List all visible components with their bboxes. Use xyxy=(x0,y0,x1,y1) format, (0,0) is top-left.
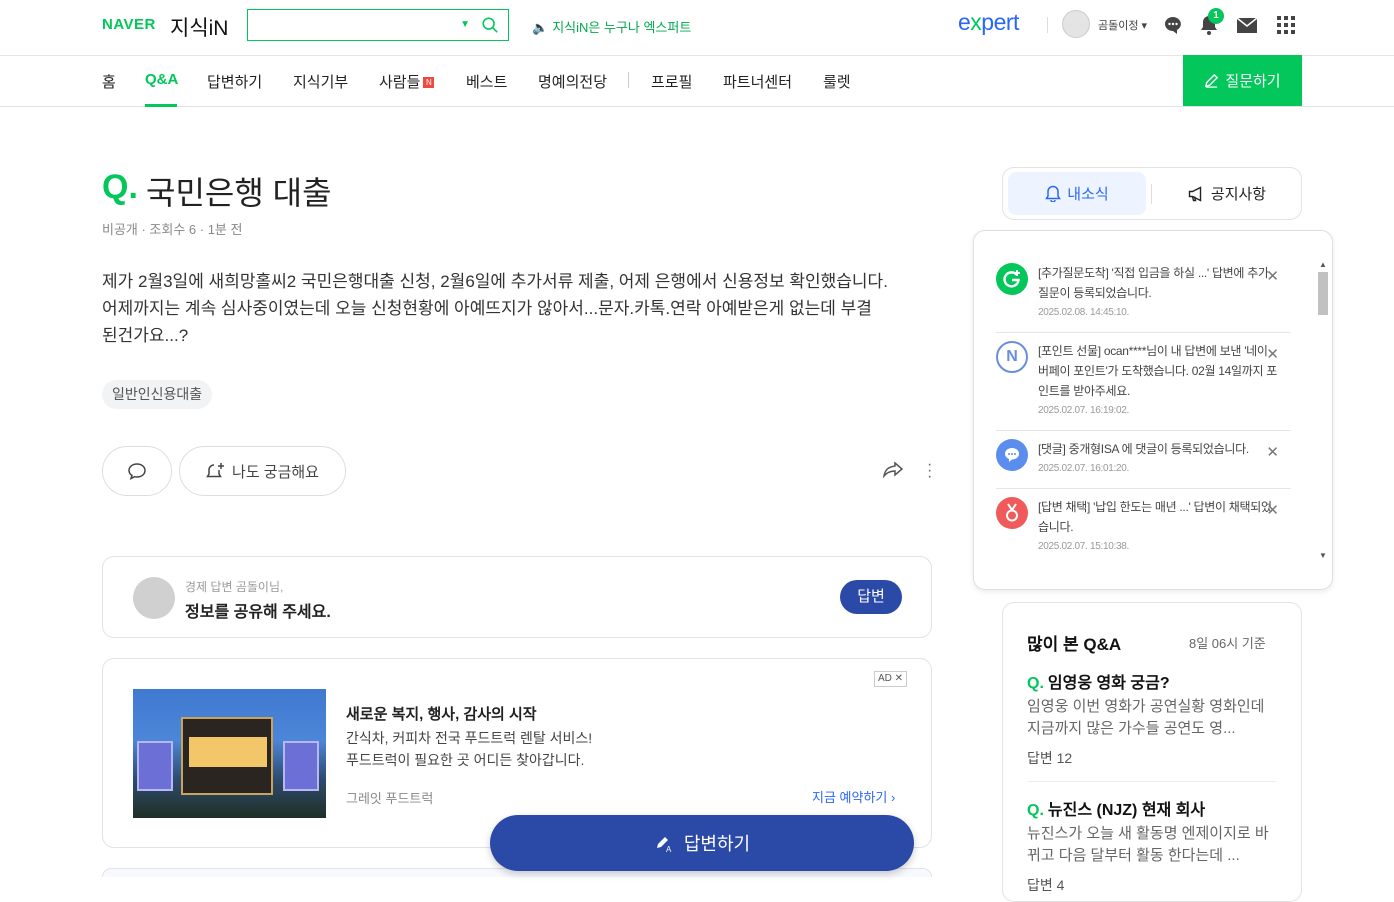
expert-promo-link[interactable]: 🔈 지식iN은 누구나 엑스퍼트 xyxy=(532,17,691,36)
notification-count-badge: 1 xyxy=(1208,8,1224,24)
banner-left xyxy=(137,741,173,791)
medal-icon xyxy=(996,497,1028,529)
nav-item-roulette[interactable]: 룰렛 xyxy=(823,71,851,92)
floating-answer-button[interactable]: A 답변하기 xyxy=(490,815,914,871)
nav-item-best[interactable]: 베스트 xyxy=(466,71,507,92)
answer-prompt-text: 정보를 공유해 주세요. xyxy=(185,604,331,621)
kin-logo[interactable]: 지식iN xyxy=(170,12,228,42)
comment-button[interactable] xyxy=(102,446,172,496)
add-question-icon xyxy=(996,263,1028,295)
nav-active-indicator xyxy=(145,104,177,107)
answer-button[interactable]: 답변 xyxy=(840,580,902,614)
search-input[interactable]: ▼ xyxy=(247,9,509,41)
ad-title[interactable]: 새로운 복지, 행사, 감사의 시작 xyxy=(346,703,537,724)
tab-news[interactable]: 내소식 xyxy=(1008,172,1146,215)
close-icon[interactable]: ✕ xyxy=(1266,345,1279,363)
notification-item[interactable]: [추가질문도착] '직접 입금을 하실 ...' 답변에 추가질문이 등록되었습… xyxy=(996,263,1291,333)
scroll-thumb[interactable] xyxy=(1318,272,1328,315)
nav-item-donation[interactable]: 지식기부 xyxy=(293,71,348,92)
answer-prompt-card: 경제 답변 곰돌이님, 정보를 공유해 주세요. 답변 xyxy=(102,556,932,638)
speaker-icon: 🔈 xyxy=(532,20,549,35)
more-options-icon[interactable]: · · · xyxy=(927,457,932,485)
megaphone-icon xyxy=(1188,185,1202,202)
question-mark-label: Q. xyxy=(102,168,138,206)
chat-icon[interactable] xyxy=(1162,14,1184,36)
point-icon: N xyxy=(996,341,1028,373)
banner-right xyxy=(283,741,319,791)
search-icon[interactable] xyxy=(481,16,499,34)
pencil-icon xyxy=(1205,73,1219,88)
nav-item-people[interactable]: 사람들 N xyxy=(379,71,435,92)
question-title: 국민은행 대출 xyxy=(146,175,332,211)
new-badge: N xyxy=(423,77,435,88)
notification-text: [댓글] 중개형ISA 에 댓글이 등록되었습니다. 2025.02.07. 16… xyxy=(1038,442,1249,474)
close-icon[interactable]: ✕ xyxy=(1266,267,1279,285)
top-bar: NAVER 지식iN ▼ 🔈 지식iN은 누구나 엑스퍼트 expert 곰돌이정… xyxy=(0,0,1394,56)
nav-item-qa[interactable]: Q&A xyxy=(145,71,178,88)
nav-item-home[interactable]: 홈 xyxy=(102,71,116,92)
ask-question-button[interactable]: 질문하기 xyxy=(1183,55,1302,106)
user-menu[interactable]: 곰돌이정 ▾ xyxy=(1098,17,1147,33)
scroll-up-arrow[interactable]: ▲ xyxy=(1319,260,1327,269)
ad-source: 그레잇 푸드트럭 xyxy=(346,791,434,806)
close-icon[interactable]: ✕ xyxy=(1266,443,1279,461)
question-tag[interactable]: 일반인신용대출 xyxy=(102,380,213,409)
mail-icon[interactable] xyxy=(1236,14,1258,36)
top-qa-timestamp: 8일 06시 기준 xyxy=(1189,636,1266,651)
notification-text: [답변 채택] '납입 한도는 매년 ...' 답변이 채택되었습니다. 2025… xyxy=(1038,500,1272,552)
ad-badge[interactable]: AD ✕ xyxy=(874,671,908,687)
nav-item-hall-of-fame[interactable]: 명예의전당 xyxy=(538,71,607,92)
notification-item[interactable]: N [포인트 선물] ocan****님이 내 답변에 보낸 '네이버페이 포인… xyxy=(996,341,1291,431)
notification-scrollbar[interactable]: ▲ ▼ xyxy=(1316,258,1329,564)
comment-bubble-icon xyxy=(996,439,1028,471)
tab-notice[interactable]: 공지사항 xyxy=(1158,172,1296,215)
ad-cta-link[interactable]: 지금 예약하기 › xyxy=(812,787,895,806)
search-dropdown-icon[interactable]: ▼ xyxy=(460,19,470,30)
expert-logo[interactable]: expert xyxy=(958,9,1019,36)
nav-divider xyxy=(628,72,629,88)
question-meta: 비공개 · 조회수 6 · 1분 전 xyxy=(102,222,243,237)
scroll-down-arrow[interactable]: ▼ xyxy=(1319,551,1327,560)
top-qa-item[interactable]: Q. 임영웅 영화 궁금? 임영웅 이번 영화가 공연실황 영화인데 지금까지 많… xyxy=(1027,669,1277,768)
top-qa-title: 많이 본 Q&A xyxy=(1027,635,1122,654)
ad-description: 간식차, 커피차 전국 푸드트럭 렌탈 서비스! 푸드트럭이 필요한 곳 어디든… xyxy=(346,730,593,768)
curious-button[interactable]: 나도 궁금해요 xyxy=(179,446,346,496)
comment-icon xyxy=(128,463,146,480)
notification-text: [추가질문도착] '직접 입금을 하실 ...' 답변에 추가질문이 등록되었습… xyxy=(1038,266,1269,318)
top-qa-panel: 많이 본 Q&A 8일 06시 기준 Q. 임영웅 영화 궁금? 임영웅 이번 영… xyxy=(1002,602,1302,902)
side-tabs: 내소식 공지사항 xyxy=(1002,167,1302,220)
naver-logo[interactable]: NAVER xyxy=(102,16,156,33)
header-divider xyxy=(1047,17,1048,33)
nav-item-profile[interactable]: 프로필 xyxy=(651,71,692,92)
food-truck-image[interactable] xyxy=(133,689,326,818)
close-icon[interactable]: ✕ xyxy=(1266,501,1279,519)
notification-panel: [추가질문도착] '직접 입금을 하실 ...' 답변에 추가질문이 등록되었습… xyxy=(973,230,1333,590)
nav-item-partner-center[interactable]: 파트너센터 xyxy=(723,71,792,92)
notification-item[interactable]: [댓글] 중개형ISA 에 댓글이 등록되었습니다. 2025.02.07. 16… xyxy=(996,439,1291,489)
notification-item[interactable]: [답변 채택] '납입 한도는 매년 ...' 답변이 채택되었습니다. 2025… xyxy=(996,497,1291,567)
top-qa-item[interactable]: Q. 뉴진스 (NJZ) 현재 회사 뉴진스가 오늘 새 활동명 엔제이지로 바뀌… xyxy=(1027,796,1277,895)
svg-text:A: A xyxy=(666,845,672,853)
user-avatar[interactable] xyxy=(1062,10,1090,38)
answer-prompt-label: 경제 답변 곰돌이님, xyxy=(185,580,284,594)
app-grid-icon[interactable] xyxy=(1275,14,1297,36)
answerer-avatar xyxy=(133,577,175,619)
question-body: 제가 2월3일에 새희망홀씨2 국민은행대출 신청, 2월6일에 추가서류 제출… xyxy=(102,272,888,345)
nav-item-answer[interactable]: 답변하기 xyxy=(207,71,262,92)
notification-text: [포인트 선물] ocan****님이 내 답변에 보낸 '네이버페이 포인트'… xyxy=(1038,344,1278,416)
share-icon[interactable] xyxy=(882,460,904,480)
truck-shape xyxy=(181,717,273,795)
add-bell-icon xyxy=(206,463,225,478)
promo-text: 지식iN은 누구나 엑스퍼트 xyxy=(552,20,692,35)
write-icon: A xyxy=(656,837,672,853)
bell-outline-icon xyxy=(1045,185,1062,202)
